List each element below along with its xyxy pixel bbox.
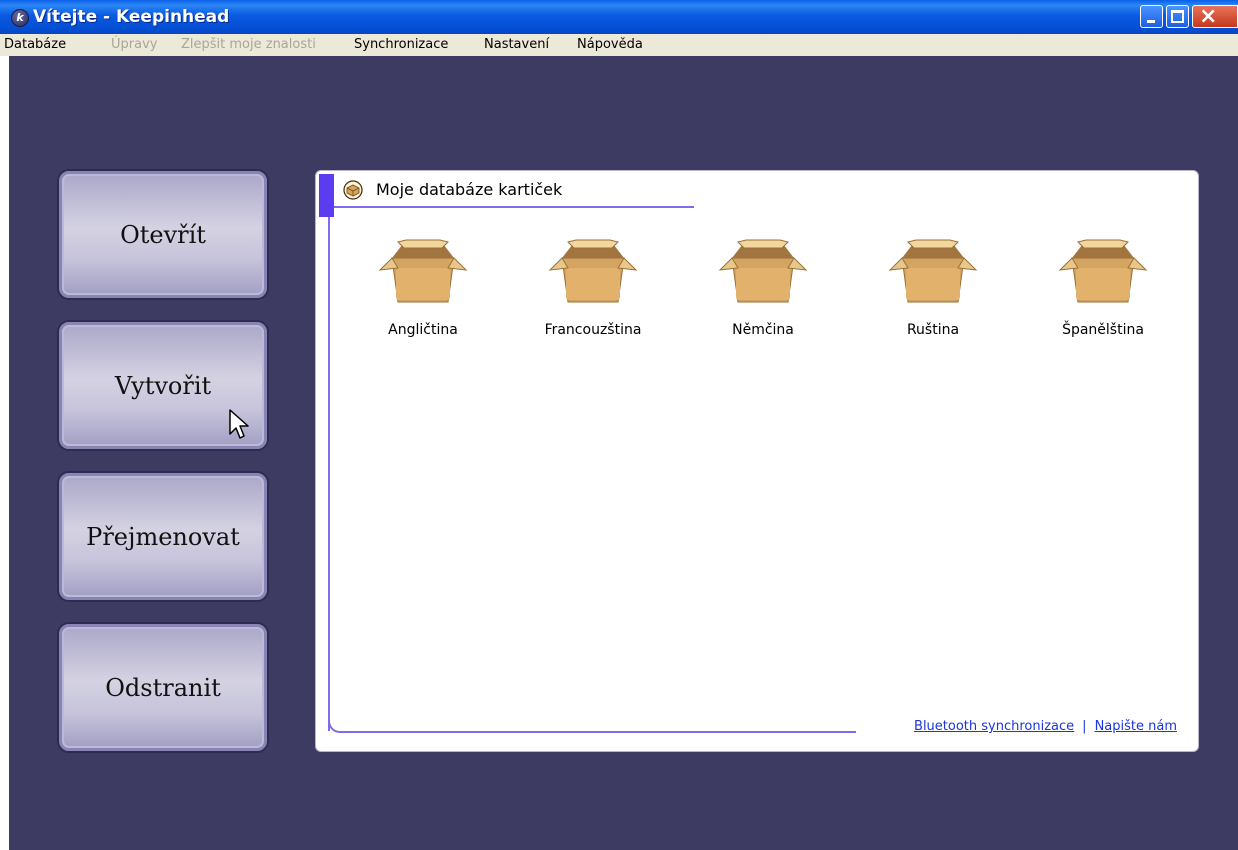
box-icon [378, 239, 468, 303]
box-icon [1058, 239, 1148, 303]
window-title: Vítejte - Keepinhead [33, 7, 230, 27]
database-panel: Moje databáze kartiček Angličtina Franco… [315, 170, 1199, 752]
rename-button[interactable]: Přejmenovat [57, 471, 269, 602]
title-bar[interactable]: k Vítejte - Keepinhead × [0, 0, 1238, 34]
close-button[interactable]: × [1192, 4, 1238, 29]
database-item-rustina[interactable]: Ruština [858, 236, 1008, 338]
database-item-anglictina[interactable]: Angličtina [348, 236, 498, 338]
menu-databaze[interactable]: Databáze [4, 37, 66, 52]
panel-footer: Bluetooth synchronizace | Napište nám [914, 719, 1177, 734]
app-logo-icon[interactable]: k [11, 9, 29, 27]
maximize-button[interactable] [1166, 5, 1189, 28]
open-button[interactable]: Otevřít [57, 169, 269, 300]
database-label: Francouzština [544, 322, 642, 338]
mouse-pointer-icon [229, 409, 249, 439]
box-icon [548, 239, 638, 303]
database-item-francouzstina[interactable]: Francouzština [518, 236, 668, 338]
panel-title-underline [334, 206, 694, 208]
panel-title: Moje databáze kartiček [376, 180, 563, 199]
database-item-nemcina[interactable]: Němčina [688, 236, 838, 338]
close-icon: × [1199, 4, 1218, 29]
panel-left-border [328, 217, 330, 731]
menu-synchronizace[interactable]: Synchronizace [354, 37, 448, 52]
bluetooth-sync-link[interactable]: Bluetooth synchronizace [914, 719, 1074, 734]
database-label: Španělština [1062, 322, 1144, 338]
maximize-icon [1171, 10, 1184, 23]
minimize-button[interactable] [1140, 5, 1163, 28]
contact-us-link[interactable]: Napište nám [1095, 719, 1177, 734]
minimize-icon [1147, 20, 1155, 23]
menu-zlepsit-znalosti[interactable]: Zlepšit moje znalosti [181, 37, 316, 52]
menu-bar: Databáze Úpravy Zlepšit moje znalosti Sy… [0, 34, 1238, 56]
box-icon [888, 239, 978, 303]
footer-separator: | [1082, 719, 1087, 734]
menu-napoveda[interactable]: Nápověda [577, 37, 643, 52]
delete-button[interactable]: Odstranit [57, 622, 269, 753]
database-item-spanelstina[interactable]: Španělština [1028, 236, 1178, 338]
panel-accent-bar [319, 174, 334, 217]
database-label: Němčina [732, 322, 794, 338]
menu-upravy[interactable]: Úpravy [111, 37, 157, 52]
box-icon [343, 180, 363, 200]
menu-nastaveni[interactable]: Nastavení [484, 37, 549, 52]
database-label: Angličtina [388, 322, 458, 338]
box-icon [718, 239, 808, 303]
database-label: Ruština [906, 322, 960, 338]
window-left-edge [0, 56, 9, 850]
panel-bottom-border [328, 719, 856, 733]
